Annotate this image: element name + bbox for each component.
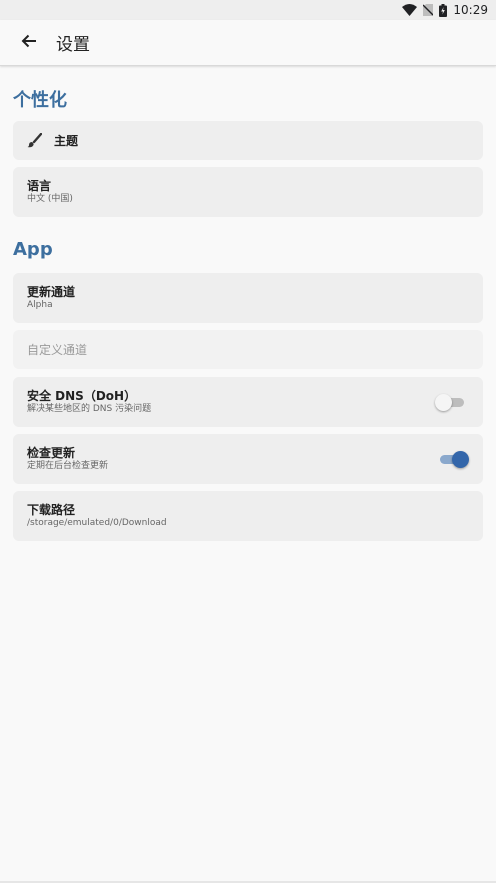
secure-dns-description: 解决某些地区的 DNS 污染问题 — [27, 404, 152, 414]
download-path-label: 下载路径 — [27, 503, 76, 517]
section-title-app: App — [13, 239, 53, 260]
check-updates-label: 检查更新 — [27, 446, 76, 460]
theme-setting[interactable]: 主题 — [13, 121, 483, 160]
back-button[interactable] — [0, 20, 58, 66]
language-label: 语言 — [27, 179, 52, 193]
secure-dns-label: 安全 DNS（DoH） — [27, 389, 137, 403]
update-channel-value: Alpha — [27, 300, 53, 310]
custom-channel-label: 自定义通道 — [27, 342, 88, 357]
language-setting[interactable]: 语言 中文 (中国) — [13, 167, 483, 217]
secure-dns-setting[interactable]: 安全 DNS（DoH） 解决某些地区的 DNS 污染问题 — [13, 377, 483, 427]
download-path-setting[interactable]: 下载路径 /storage/emulated/0/Download — [13, 491, 483, 541]
check-updates-description: 定期在后台检查更新 — [27, 461, 109, 471]
paintbrush-icon — [27, 133, 42, 148]
section-title-personalization: 个性化 — [13, 90, 67, 111]
app-bar: 设置 — [0, 20, 496, 66]
page-title: 设置 — [56, 35, 90, 55]
no-sim-icon — [423, 4, 434, 16]
clock: 10:29 — [453, 3, 488, 17]
custom-channel-setting: 自定义通道 — [13, 330, 483, 369]
update-channel-label: 更新通道 — [27, 285, 76, 299]
switch-thumb — [452, 451, 469, 468]
theme-label: 主题 — [54, 133, 79, 148]
status-bar: 10:29 — [0, 0, 496, 20]
wifi-icon — [402, 4, 418, 16]
arrow-left-icon — [21, 33, 37, 52]
download-path-value: /storage/emulated/0/Download — [27, 518, 167, 528]
update-channel-setting[interactable]: 更新通道 Alpha — [13, 273, 483, 323]
check-updates-setting[interactable]: 检查更新 定期在后台检查更新 — [13, 434, 483, 484]
language-value: 中文 (中国) — [27, 194, 73, 204]
secure-dns-switch[interactable] — [435, 393, 466, 411]
battery-charging-icon — [439, 3, 448, 17]
check-updates-switch[interactable] — [438, 450, 469, 468]
switch-thumb — [435, 394, 452, 411]
